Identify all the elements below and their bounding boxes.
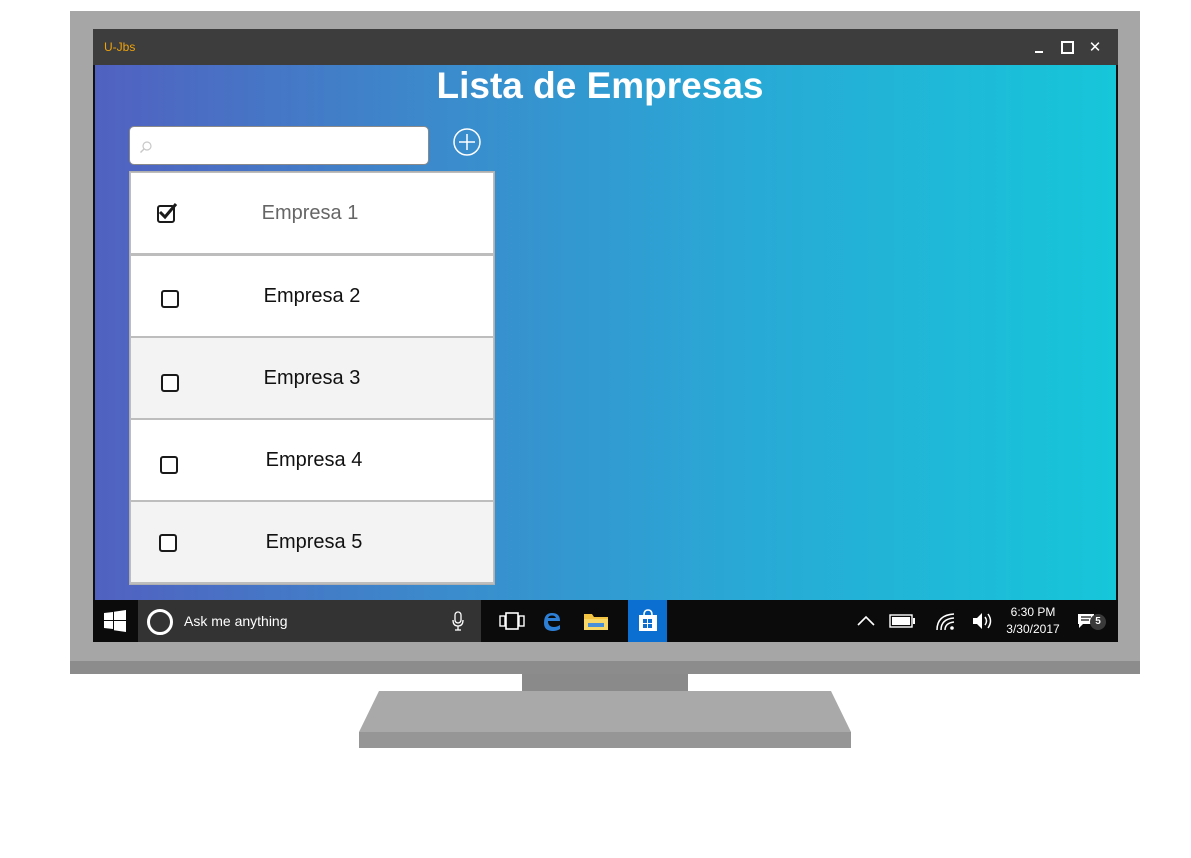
microphone-icon[interactable] [451,611,465,631]
folder-icon [584,614,608,630]
screen: U-Jbs ✕ Lista de Empresas Empresa 1 Empr… [93,29,1118,642]
windows-logo-icon [104,610,126,632]
notification-count-badge: 5 [1090,614,1106,630]
plus-circle-icon [453,128,481,156]
monitor-chin [70,661,1140,674]
company-label-4: Empresa 4 [265,449,363,471]
minimize-button[interactable] [1029,37,1049,57]
file-explorer-button[interactable] [581,600,611,642]
search-icon [140,141,152,153]
cortana-search-placeholder: Ask me anything [184,613,288,629]
close-icon: ✕ [1088,38,1102,56]
company-row-3[interactable]: Empresa 3 [131,338,493,418]
add-company-button[interactable] [452,127,482,157]
company-label-2: Empresa 2 [263,285,361,307]
company-checkbox-3[interactable] [161,374,179,392]
monitor-stand-base [359,732,851,748]
start-button[interactable] [101,600,129,642]
taskbar: Ask me anything 6:30 PM 3/30/2017 5 [93,600,1118,642]
network-button[interactable] [933,600,959,642]
search-input[interactable] [129,126,429,165]
company-checkbox-2[interactable] [161,290,179,308]
edge-button[interactable] [539,600,565,642]
page-title: Lista de Empresas [436,65,764,106]
task-view-button[interactable] [497,600,527,642]
maximize-icon [1060,40,1074,54]
store-bag-icon [639,609,657,631]
company-row-5[interactable]: Empresa 5 [131,502,493,582]
task-view-icon [499,612,525,630]
company-label-5: Empresa 5 [265,531,363,553]
company-label-1: Empresa 1 [261,202,359,224]
maximize-button[interactable] [1057,37,1077,57]
company-row-4[interactable]: Empresa 4 [131,420,493,500]
monitor-stand-top [359,691,851,732]
company-label-3: Empresa 3 [263,367,361,389]
clock-time: 6:30 PM [1010,605,1056,619]
company-list: Empresa 1 Empresa 2 Empresa 3 Empresa 4 … [129,171,495,585]
volume-icon [973,613,992,629]
app-body: Lista de Empresas Empresa 1 Empresa 2 Em… [95,65,1116,600]
close-button[interactable]: ✕ [1085,37,1105,57]
battery-icon [889,614,915,628]
company-row-2[interactable]: Empresa 2 [131,256,493,336]
volume-button[interactable] [969,600,997,642]
wifi-icon [936,613,955,631]
company-checkbox-4[interactable] [160,456,178,474]
clock[interactable]: 6:30 PM 3/30/2017 [998,604,1068,638]
battery-button[interactable] [888,600,918,642]
store-button[interactable] [628,600,667,642]
company-checkbox-1[interactable] [157,203,178,223]
cortana-search-box[interactable]: Ask me anything [138,600,481,642]
checkmark-icon [158,203,178,220]
company-checkbox-5[interactable] [159,534,177,552]
edge-icon [544,613,560,631]
chevron-up-icon [857,615,875,626]
show-hidden-icons-button[interactable] [855,600,877,642]
minimize-icon [1035,51,1043,53]
window-titlebar: U-Jbs ✕ [93,29,1118,65]
app-title: U-Jbs [104,40,136,54]
company-row-1[interactable]: Empresa 1 [131,173,493,253]
clock-date: 3/30/2017 [1006,622,1060,636]
cortana-icon [147,609,173,635]
